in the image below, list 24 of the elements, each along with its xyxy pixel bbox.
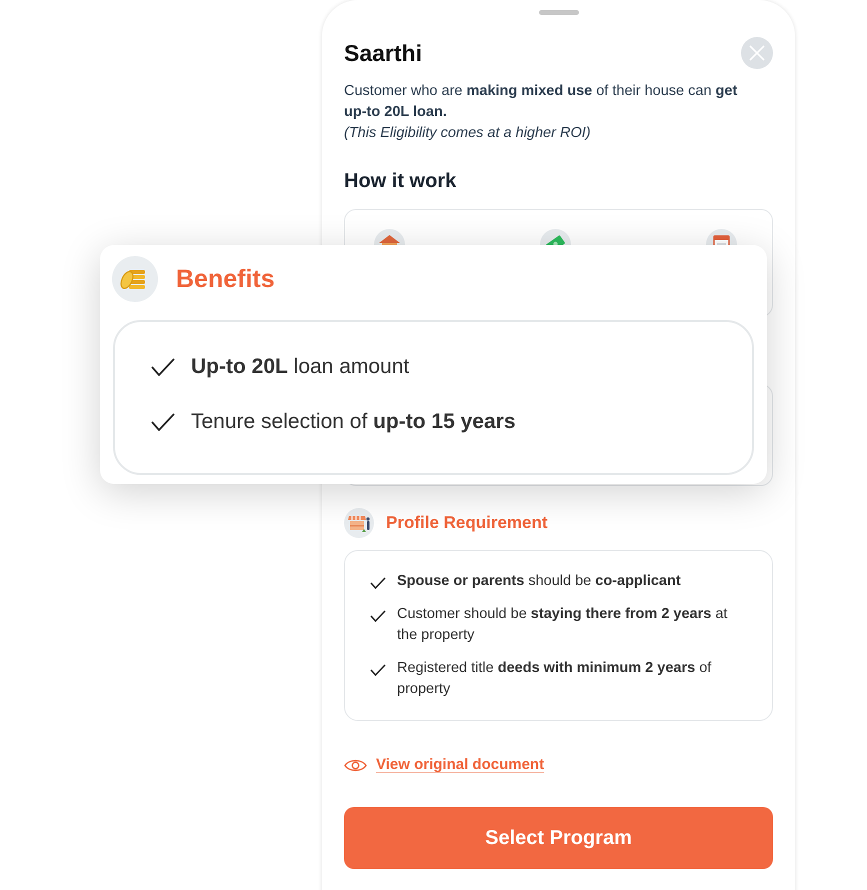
description-text: Customer who are making mixed use of their house can get up-to 20L loan. <box>344 82 738 122</box>
close-button[interactable] <box>741 37 773 69</box>
select-program-button[interactable]: Select Program <box>344 807 773 869</box>
section-title: Profile Requirement <box>386 512 548 534</box>
check-icon <box>370 610 386 622</box>
coins-icon <box>112 256 158 302</box>
check-icon <box>370 577 386 589</box>
note-text: (This Eligibility comes at a higher ROI) <box>344 124 592 143</box>
close-icon <box>749 45 765 61</box>
drag-handle[interactable] <box>538 10 578 15</box>
eye-icon <box>344 758 367 772</box>
section-title: How it work <box>344 169 458 194</box>
market-stall-icon <box>344 508 374 538</box>
requirement-text: Spouse or parents should be co-applicant <box>397 572 681 591</box>
sheet-title: Saarthi <box>344 39 422 68</box>
benefits-title: Benefits <box>176 264 275 295</box>
requirement-text: Customer should be staying there from 2 years at the property <box>397 605 728 645</box>
requirement-text: Registered title deeds with minimum 2 years of property <box>397 659 712 699</box>
benefit-text: Tenure selection of up-to 15 years <box>191 409 516 435</box>
check-icon <box>370 664 386 676</box>
check-icon <box>151 413 175 431</box>
view-document-link[interactable]: View original document <box>376 754 544 776</box>
check-icon <box>151 358 175 376</box>
benefit-text: Up-to 20L loan amount <box>191 354 410 380</box>
